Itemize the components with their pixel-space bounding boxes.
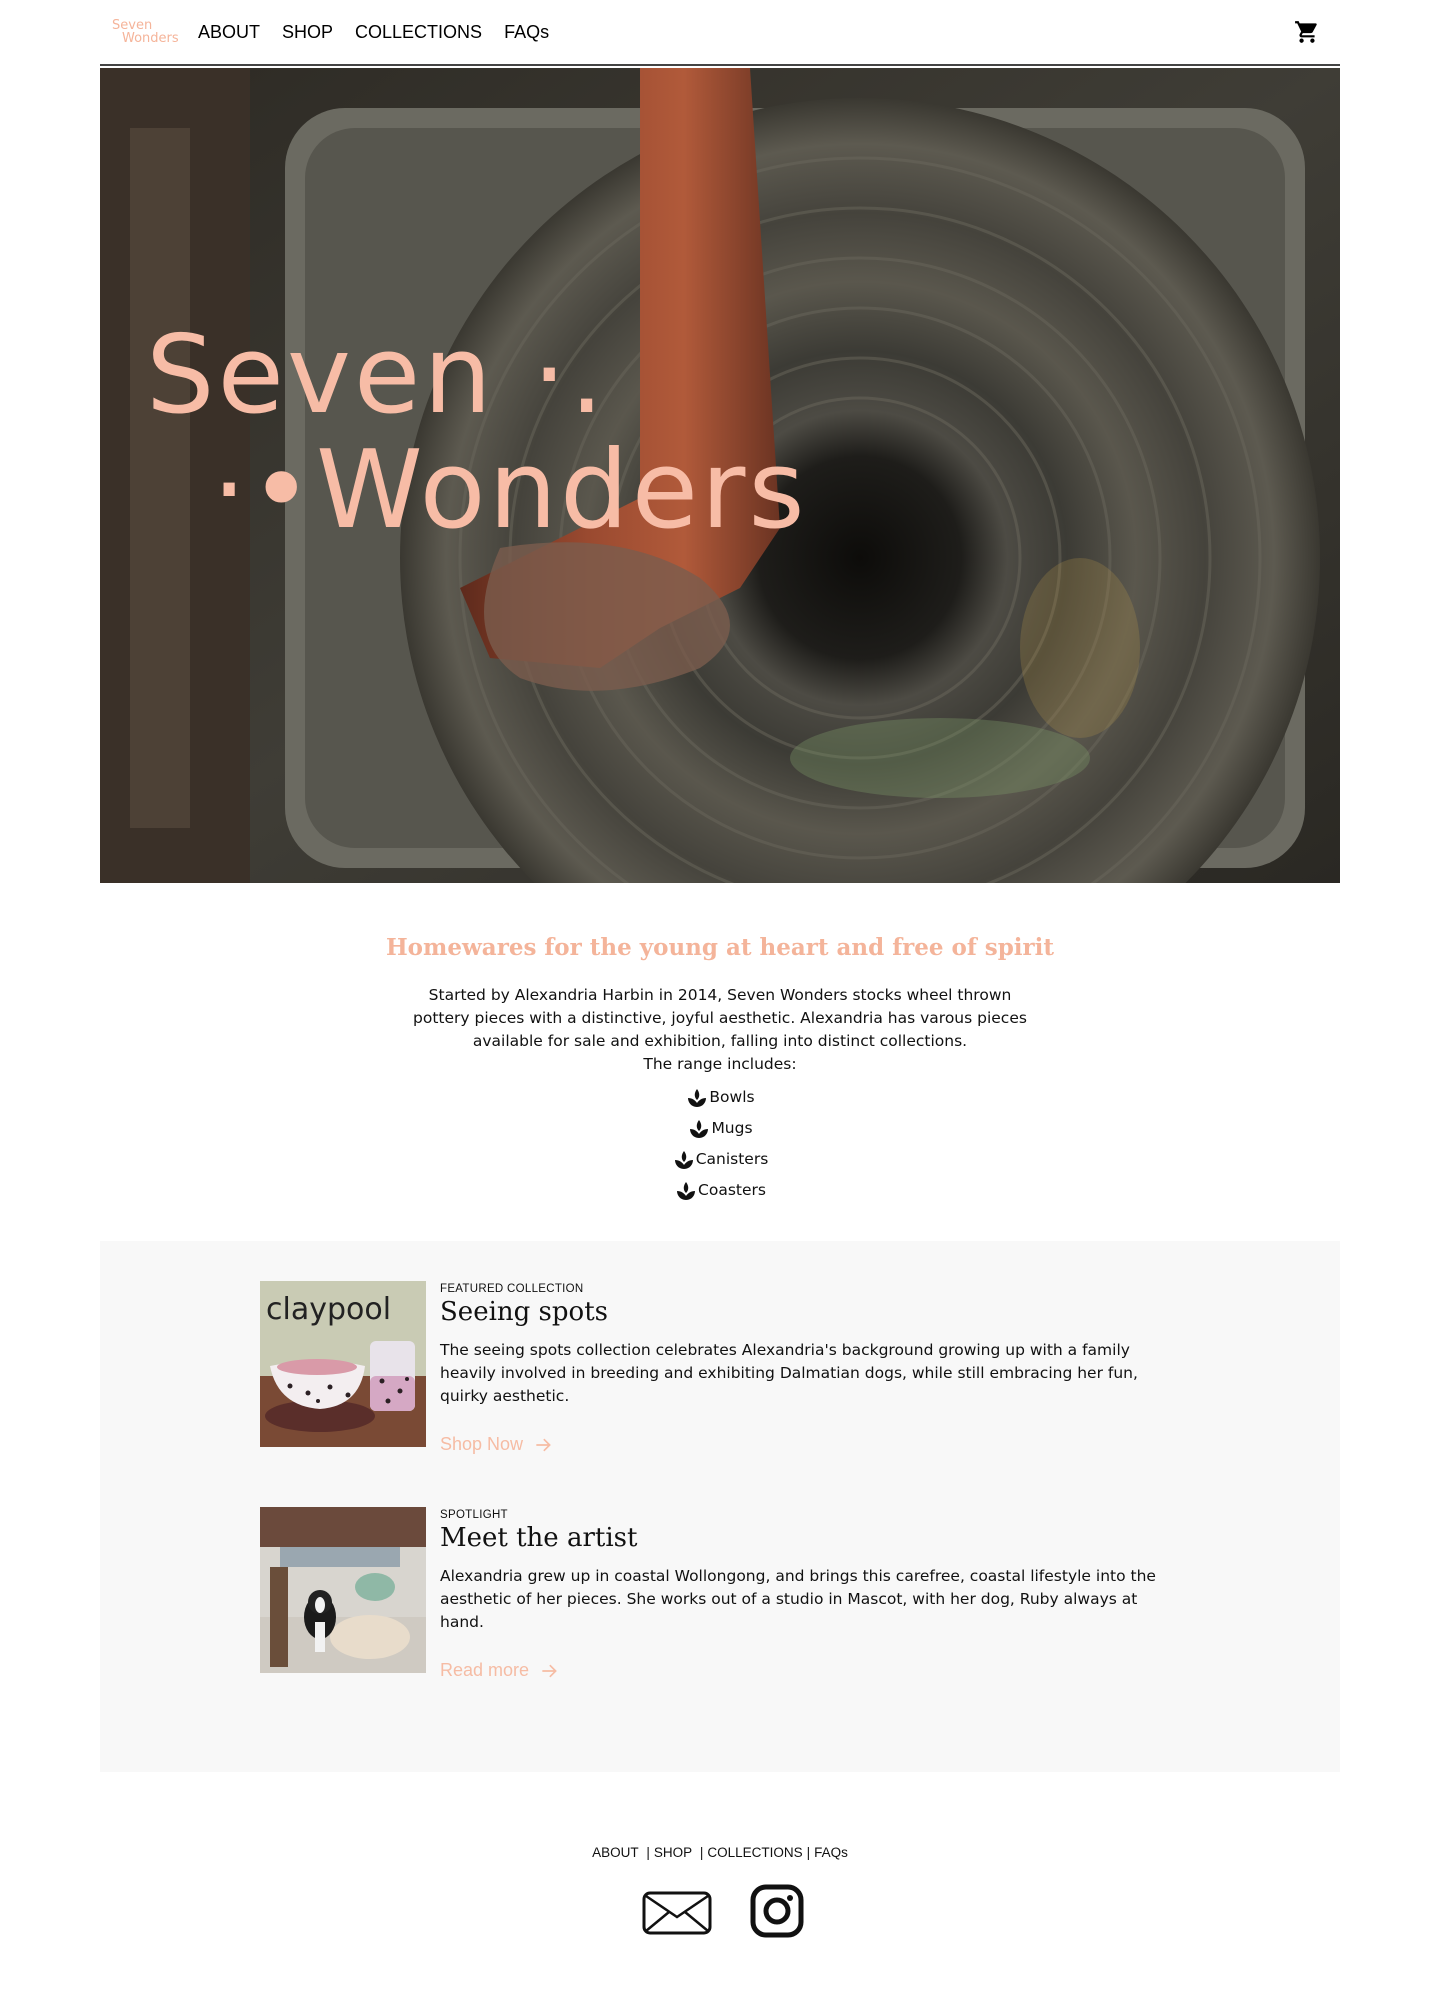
top-navigation: Seven Wonders ABOUT SHOP COLLECTIONS FAQ… <box>100 0 1340 66</box>
tagline-heading: Homewares for the young at heart and fre… <box>385 934 1055 961</box>
seeing-spots-image[interactable]: claypool <box>260 1281 426 1447</box>
main-menu: ABOUT SHOP COLLECTIONS FAQs <box>198 22 571 43</box>
logo-line-2: Wonders <box>122 31 179 46</box>
footer-about-link[interactable]: ABOUT <box>592 1845 639 1860</box>
card-description: The seeing spots collection celebrates A… <box>440 1341 1138 1405</box>
leaf-sprout-icon <box>674 1151 693 1169</box>
range-item-bowls: Bowls <box>400 1078 1040 1109</box>
hero-title: Seven ·. ·•Wonders <box>146 318 808 548</box>
leaf-sprout-icon <box>688 1089 707 1107</box>
arrow-right-icon <box>542 1664 557 1677</box>
range-item-canisters: Canisters <box>400 1140 1040 1171</box>
range-item-label: Coasters <box>698 1181 766 1199</box>
nav-collections-link[interactable]: COLLECTIONS <box>355 22 482 43</box>
shop-now-link[interactable]: Shop Now <box>440 1434 553 1455</box>
hero-title-line-2: ·•Wonders <box>212 428 808 553</box>
range-item-mugs: Mugs <box>400 1109 1040 1140</box>
card-kicker: FEATURED COLLECTION <box>440 1283 584 1295</box>
footer-collections-link[interactable]: COLLECTIONS <box>707 1845 802 1860</box>
link-label: Read more <box>440 1660 530 1680</box>
pottery-photo: claypool <box>260 1281 426 1447</box>
instagram-icon[interactable] <box>750 1884 804 1938</box>
image-caption: claypool <box>266 1292 391 1327</box>
range-item-label: Mugs <box>711 1119 753 1137</box>
features-panel: claypool FEATURED COLLECTION Seeing spot… <box>100 1241 1340 1772</box>
range-item-coasters: Coasters <box>400 1171 1040 1202</box>
separator: | <box>696 1845 704 1860</box>
separator: | <box>806 1845 811 1860</box>
card-kicker: SPOTLIGHT <box>440 1509 508 1521</box>
separator: | <box>642 1845 650 1860</box>
footer-links: ABOUT | SHOP | COLLECTIONS | FAQs <box>0 1845 1440 1860</box>
studio-photo <box>260 1507 426 1673</box>
shopping-cart-icon[interactable] <box>1294 19 1320 45</box>
hero-title-line-1: Seven ·. <box>146 313 607 438</box>
artist-studio-image[interactable] <box>260 1507 426 1673</box>
card-description: Alexandria grew up in coastal Wollongong… <box>440 1567 1156 1631</box>
footer-shop-link[interactable]: SHOP <box>654 1845 692 1860</box>
card-title[interactable]: Meet the artist <box>440 1523 1180 1553</box>
range-list: Bowls Mugs Canisters Coasters <box>400 1078 1040 1202</box>
nav-about-link[interactable]: ABOUT <box>198 22 260 43</box>
social-icons <box>640 1882 810 1942</box>
nav-faqs-link[interactable]: FAQs <box>504 22 549 43</box>
leaf-sprout-icon <box>690 1120 709 1138</box>
read-more-link[interactable]: Read more <box>440 1660 559 1681</box>
link-label: Shop Now <box>440 1434 524 1454</box>
range-item-label: Canisters <box>695 1150 769 1168</box>
card-body: FEATURED COLLECTION Seeing spots The see… <box>440 1281 1180 1455</box>
hero-banner: Seven ·. ·•Wonders <box>100 68 1340 883</box>
card-title[interactable]: Seeing spots <box>440 1297 1180 1327</box>
footer-faqs-link[interactable]: FAQs <box>814 1845 848 1860</box>
arrow-right-icon <box>536 1438 551 1451</box>
nav-shop-link[interactable]: SHOP <box>282 22 333 43</box>
range-item-label: Bowls <box>709 1088 755 1106</box>
brand-logo[interactable]: Seven Wonders <box>112 19 186 45</box>
card-body: SPOTLIGHT Meet the artist Alexandria gre… <box>440 1507 1180 1681</box>
envelope-icon[interactable] <box>642 1891 712 1935</box>
intro-section: Started by Alexandria Harbin in 2014, Se… <box>400 984 1040 1202</box>
leaf-sprout-icon <box>677 1182 696 1200</box>
range-heading: The range includes: <box>643 1055 797 1073</box>
intro-description: Started by Alexandria Harbin in 2014, Se… <box>413 986 1027 1050</box>
